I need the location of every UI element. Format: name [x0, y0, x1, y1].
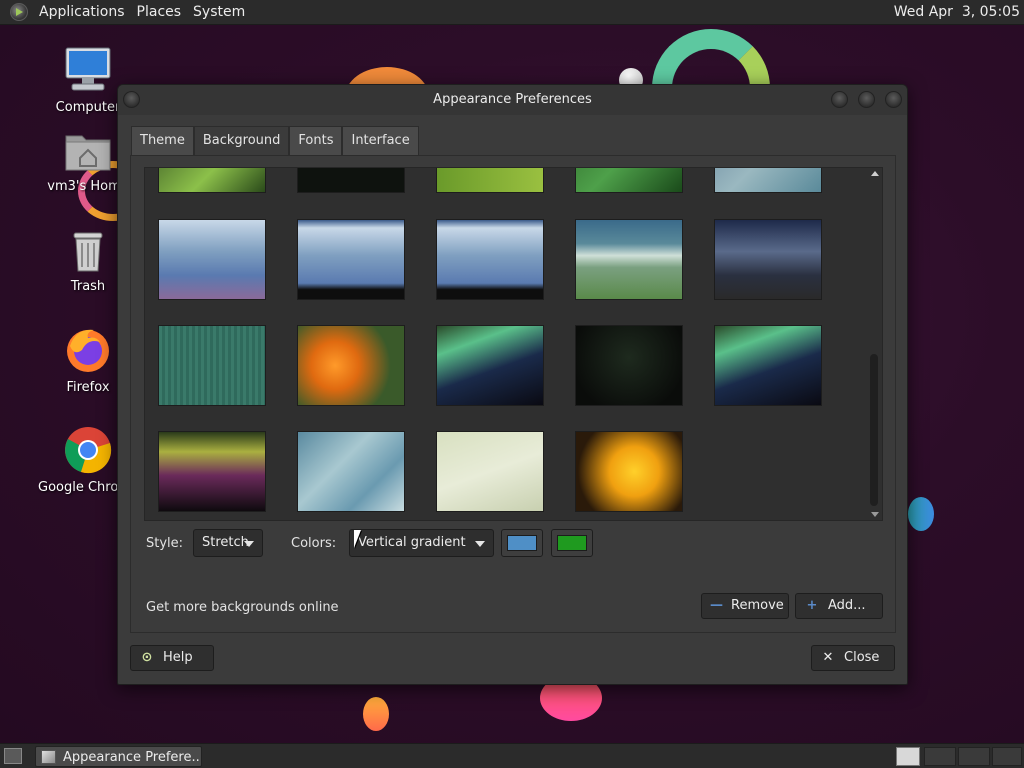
menu-places[interactable]: Places [131, 0, 188, 25]
clock[interactable]: Wed Apr 3, 05:05 [894, 0, 1020, 25]
show-desktop-icon[interactable] [4, 748, 22, 764]
mouse-cursor-icon [354, 530, 361, 548]
wallpaper-thumbnail[interactable] [575, 219, 683, 300]
colors-value: Vertical gradient [358, 535, 466, 550]
maximize-icon[interactable] [858, 91, 875, 108]
decor-blue-green-oval [908, 497, 934, 531]
taskbar-item-label: Appearance Prefere... [63, 750, 202, 765]
tab-interface[interactable]: Interface [342, 126, 419, 155]
applications-logo-icon[interactable] [10, 3, 28, 21]
remove-button[interactable]: — Remove [701, 593, 789, 619]
help-button-label: Help [163, 650, 193, 665]
appearance-preferences-window: Appearance Preferences Theme Background … [117, 84, 908, 685]
wallpaper-thumbnail[interactable] [297, 325, 405, 406]
minimize-icon[interactable] [831, 91, 848, 108]
wallpaper-thumbnail[interactable] [436, 219, 544, 300]
workspace-2[interactable] [924, 747, 956, 766]
top-panel: Applications Places System Wed Apr 3, 05… [0, 0, 1024, 25]
style-dropdown[interactable]: Stretch [193, 529, 263, 557]
wallpaper-thumbnail[interactable] [714, 219, 822, 300]
wallpaper-thumbnail[interactable] [714, 168, 822, 193]
window-menu-icon[interactable] [123, 91, 140, 108]
primary-color-button[interactable] [501, 529, 543, 557]
chrome-icon [64, 426, 112, 474]
wallpaper-thumbnail[interactable] [436, 168, 544, 193]
background-tab-panel: Style: Stretch Colors: Vertical gradient… [130, 155, 896, 633]
close-button-label: Close [844, 650, 880, 665]
tab-theme[interactable]: Theme [131, 126, 194, 155]
computer-icon [64, 46, 112, 94]
scroll-down-arrow-icon[interactable] [871, 512, 879, 517]
menu-system[interactable]: System [187, 0, 251, 25]
scrollbar-thumb[interactable] [870, 354, 878, 506]
wallpaper-thumbnail[interactable] [575, 168, 683, 193]
window-title: Appearance Preferences [433, 92, 592, 107]
chevron-down-icon [475, 541, 485, 547]
get-more-backgrounds-link[interactable]: Get more backgrounds online [146, 600, 339, 615]
wallpaper-thumbnail[interactable] [436, 431, 544, 512]
wallpaper-thumbnail[interactable] [714, 325, 822, 406]
workspace-3[interactable] [958, 747, 990, 766]
wallpaper-thumbnail[interactable] [297, 168, 405, 193]
home-folder-icon [64, 128, 112, 176]
wallpaper-thumbnail[interactable] [575, 325, 683, 406]
bottom-panel: Appearance Prefere... [0, 743, 1024, 768]
secondary-color-swatch [557, 535, 587, 551]
colors-label: Colors: [291, 536, 337, 551]
primary-color-swatch [507, 535, 537, 551]
style-value: Stretch [202, 535, 249, 550]
tab-bar: Theme Background Fonts Interface [131, 126, 419, 155]
wallpaper-thumbnail[interactable] [575, 431, 683, 512]
appearance-app-icon [41, 750, 56, 764]
remove-button-label: Remove [731, 598, 784, 613]
taskbar-item-appearance[interactable]: Appearance Prefere... [35, 746, 202, 767]
trash-icon [64, 229, 112, 277]
help-button[interactable]: ⊙ Help [130, 645, 214, 671]
decor-orange-oval [363, 697, 389, 731]
secondary-color-button[interactable] [551, 529, 593, 557]
scroll-up-arrow-icon[interactable] [871, 171, 879, 176]
menu-applications[interactable]: Applications [33, 0, 131, 25]
wallpaper-thumbnail[interactable] [158, 325, 266, 406]
close-icon: ✕ [822, 650, 834, 665]
tab-background[interactable]: Background [193, 126, 290, 155]
colors-dropdown[interactable]: Vertical gradient [349, 529, 494, 557]
wallpaper-thumbnail[interactable] [297, 219, 405, 300]
add-button[interactable]: + Add... [795, 593, 883, 619]
tab-fonts[interactable]: Fonts [289, 126, 343, 155]
wallpaper-thumbnail[interactable] [158, 168, 266, 193]
style-label: Style: [146, 536, 184, 551]
close-window-icon[interactable] [885, 91, 902, 108]
close-button[interactable]: ✕ Close [811, 645, 895, 671]
wallpaper-thumbnail[interactable] [158, 431, 266, 512]
add-icon: + [806, 598, 818, 613]
add-button-label: Add... [828, 598, 866, 613]
workspace-switcher[interactable] [896, 747, 920, 766]
chevron-down-icon [244, 541, 254, 547]
wallpaper-thumbnail[interactable] [158, 219, 266, 300]
wallpaper-gallery[interactable] [144, 167, 883, 521]
firefox-icon [64, 326, 112, 374]
help-icon: ⊙ [141, 650, 153, 665]
workspace-4[interactable] [992, 747, 1022, 766]
remove-icon: — [710, 598, 723, 613]
wallpaper-thumbnail[interactable] [297, 431, 405, 512]
window-titlebar[interactable]: Appearance Preferences [118, 85, 907, 115]
wallpaper-thumbnail[interactable] [436, 325, 544, 406]
gallery-scrollbar[interactable] [868, 168, 882, 520]
